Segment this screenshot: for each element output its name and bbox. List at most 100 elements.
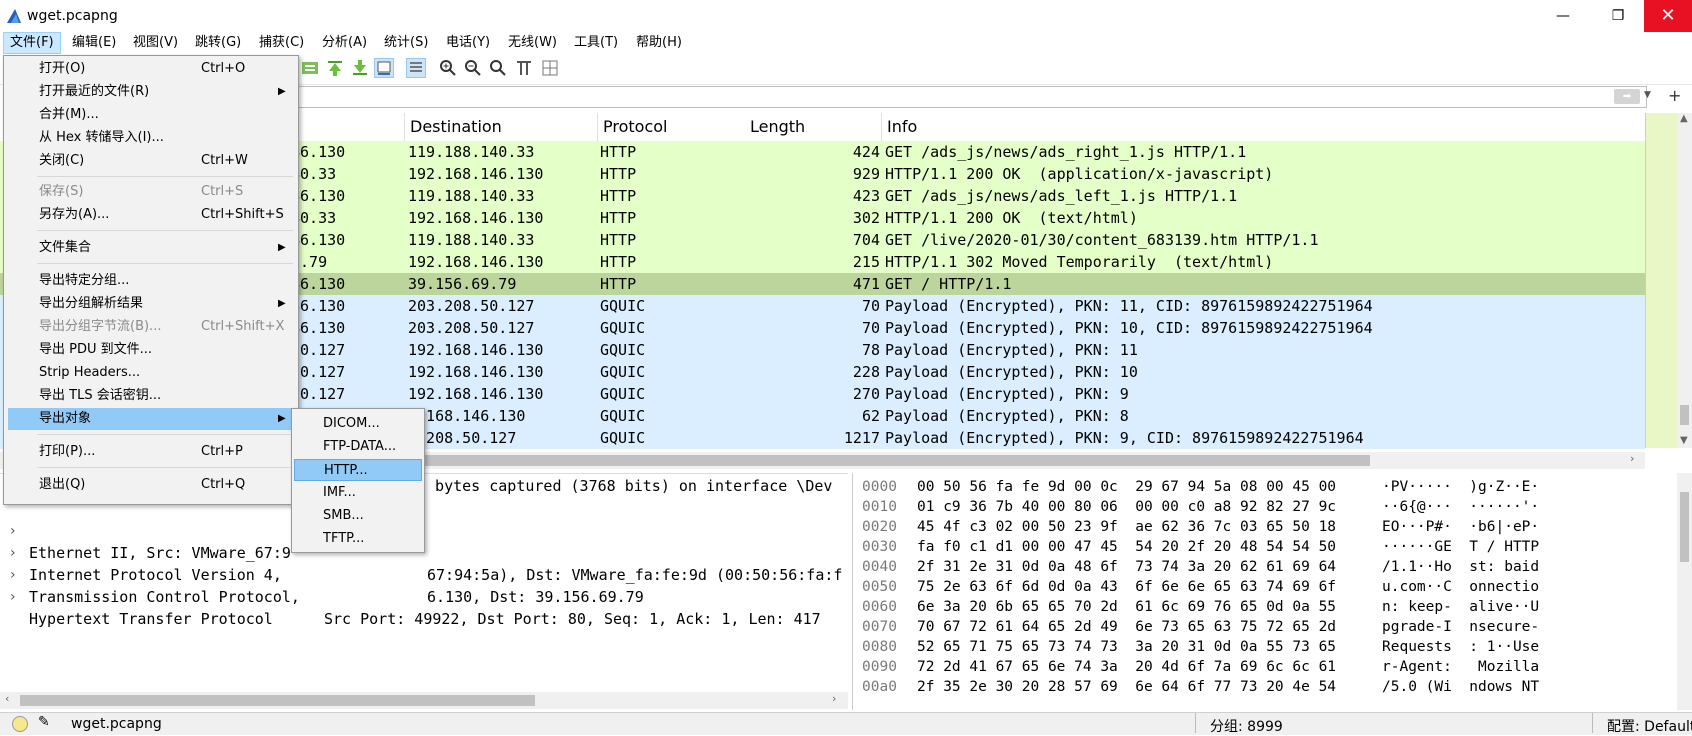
packet-minimap[interactable]: [1645, 113, 1678, 448]
menu-quit[interactable]: 退出(Q) Ctrl+Q: [8, 474, 294, 496]
hex-row[interactable]: 0040 2f 31 2e 31 0d 0a 48 6f 73 74 3a 20 …: [862, 557, 1662, 577]
menu-help[interactable]: 帮助(H): [630, 32, 688, 54]
packet-destination: 119.188.140.33: [408, 187, 535, 205]
menu-file[interactable]: 文件(F): [3, 32, 61, 54]
menu-analyze[interactable]: 分析(A): [316, 32, 373, 54]
packet-scroll-thumb[interactable]: [1680, 405, 1689, 425]
menu-print[interactable]: 打印(P)... Ctrl+P: [8, 441, 294, 463]
hex-row[interactable]: 0070 70 67 72 61 64 65 2d 49 6e 73 65 63 …: [862, 617, 1662, 637]
layout-icon[interactable]: [540, 58, 560, 78]
details-hscroll-thumb[interactable]: [20, 695, 535, 706]
hex-row[interactable]: 0020 45 4f c3 02 00 50 23 9f ae 62 36 7c …: [862, 517, 1662, 537]
hex-row[interactable]: 0080 52 65 71 75 65 73 74 73 3a 20 31 0d …: [862, 637, 1662, 657]
menu-separator: [37, 176, 293, 177]
restore-button[interactable]: ❐: [1595, 0, 1641, 32]
apply-filter-arrow-icon[interactable]: ➡: [1614, 89, 1640, 104]
menu-view[interactable]: 视图(V): [127, 32, 184, 54]
expand-chevron-icon[interactable]: ›: [10, 586, 20, 608]
expert-info-icon[interactable]: [12, 716, 28, 732]
menu-wireless[interactable]: 无线(W): [502, 32, 563, 54]
last-packet-icon[interactable]: [350, 58, 370, 78]
menu-file-set[interactable]: 文件集合 ▶: [8, 237, 294, 259]
menu-tools[interactable]: 工具(T): [568, 32, 624, 54]
zoom-in-icon[interactable]: [438, 58, 458, 78]
hex-row[interactable]: 0050 75 2e 63 6f 6d 0d 0a 43 6f 6e 6e 65 …: [862, 577, 1662, 597]
title-bar: [0, 0, 1692, 32]
menu-merge[interactable]: 合并(M)...: [8, 104, 294, 126]
hex-row[interactable]: 0000 00 50 56 fa fe 9d 00 0c 29 67 94 5a …: [862, 477, 1662, 497]
menu-open[interactable]: 打开(O) Ctrl+O: [8, 58, 294, 80]
hscroll-right-icon[interactable]: ›: [1630, 452, 1634, 465]
detail-http[interactable]: › Hypertext Transfer Protocol: [0, 564, 273, 628]
detail-ipv4[interactable]: › Internet Protocol Version 4, 6.130, Ds…: [0, 520, 644, 606]
resize-columns-icon[interactable]: [514, 58, 534, 78]
submenu-http[interactable]: HTTP...: [294, 459, 422, 481]
edit-comment-icon[interactable]: ✎: [38, 714, 50, 730]
autoscroll-icon[interactable]: [374, 58, 394, 78]
close-button[interactable]: ✕: [1644, 0, 1692, 32]
menu-go[interactable]: 跳转(G): [189, 32, 247, 54]
minimize-button[interactable]: —: [1540, 0, 1586, 32]
go-to-packet-icon[interactable]: [300, 58, 320, 78]
hex-ascii: Requests : 1··Use: [1382, 639, 1540, 655]
menu-telephony[interactable]: 电话(Y): [440, 32, 496, 54]
filter-dropdown-icon[interactable]: ▼: [1644, 90, 1651, 100]
hex-scroll-thumb[interactable]: [1680, 492, 1689, 562]
hex-row[interactable]: 0090 72 2d 41 67 65 6e 74 3a 20 4d 6f 7a …: [862, 657, 1662, 677]
hex-ascii: u.com··C onnectio: [1382, 579, 1540, 595]
status-profile[interactable]: 配置: Default: [1607, 716, 1692, 736]
menu-import-hex[interactable]: 从 Hex 转储导入(I)...: [8, 127, 294, 149]
submenu-ftp-data[interactable]: FTP-DATA...: [294, 436, 422, 458]
column-protocol[interactable]: Protocol: [597, 113, 745, 141]
hex-row[interactable]: 0010 01 c9 36 7b 40 00 80 06 00 00 c0 a8 …: [862, 497, 1662, 517]
submenu-smb[interactable]: SMB...: [294, 505, 422, 527]
hex-row[interactable]: 0060 6e 3a 20 6b 65 65 70 2d 61 6c 69 76 …: [862, 597, 1662, 617]
colorize-icon[interactable]: [406, 58, 426, 78]
details-scroll-right-icon[interactable]: ›: [832, 692, 836, 705]
packet-hscroll-thumb[interactable]: [280, 455, 1370, 466]
column-length[interactable]: Length: [745, 113, 882, 141]
display-filter-input[interactable]: [280, 86, 1647, 108]
column-info[interactable]: Info: [881, 113, 1645, 141]
packet-source: 46.130: [291, 319, 346, 337]
scroll-down-icon[interactable]: ▼: [1680, 435, 1688, 446]
menu-open-recent[interactable]: 打开最近的文件(R) ▶: [8, 81, 294, 103]
zoom-out-icon[interactable]: [463, 58, 483, 78]
menu-export-tls-keys[interactable]: 导出 TLS 会话密钥...: [8, 385, 294, 407]
submenu-dicom[interactable]: DICOM...: [294, 413, 422, 435]
menu-edit[interactable]: 编辑(E): [66, 32, 122, 54]
packet-destination: 192.168.146.130: [408, 165, 544, 183]
packet-length: 70: [861, 297, 880, 315]
detail-frame-line[interactable]: 1 bytes captured (3768 bits) on interfac…: [417, 475, 832, 497]
submenu-arrow-icon: ▶: [278, 242, 286, 253]
packet-length: 929: [852, 165, 880, 183]
packet-length: 70: [861, 319, 880, 337]
menu-close[interactable]: 关闭(C) Ctrl+W: [8, 150, 294, 172]
zoom-normal-icon[interactable]: [488, 58, 508, 78]
packet-info: HTTP/1.1 200 OK (text/html): [885, 209, 1138, 227]
packet-source: 46.130: [291, 297, 346, 315]
add-filter-button-icon[interactable]: +: [1668, 86, 1681, 105]
column-destination[interactable]: Destination: [404, 113, 598, 141]
export-objects-submenu: DICOM... FTP-DATA... HTTP... IMF... SMB.…: [291, 408, 425, 553]
hex-offset: 0030: [862, 539, 897, 555]
menu-export-objects[interactable]: 导出对象 ▶: [8, 408, 294, 430]
details-scroll-left-icon[interactable]: ‹: [5, 692, 9, 705]
menu-export-dissections[interactable]: 导出分组解析结果 ▶: [8, 293, 294, 315]
hex-ascii: EO···P#· ·b6|·eP·: [1382, 519, 1540, 535]
first-packet-icon[interactable]: [325, 58, 345, 78]
hex-offset: 00a0: [862, 679, 897, 695]
menu-capture[interactable]: 捕获(C): [253, 32, 310, 54]
detail-tcp[interactable]: › Transmission Control Protocol, Src Por…: [0, 542, 821, 628]
menu-save-as[interactable]: 另存为(A)... Ctrl+Shift+S: [8, 204, 294, 226]
scroll-up-icon[interactable]: ▲: [1680, 113, 1688, 124]
hex-row[interactable]: 0030 fa f0 c1 d1 00 00 47 45 54 20 2f 20 …: [862, 537, 1662, 557]
submenu-tftp[interactable]: TFTP...: [294, 528, 422, 550]
menu-export-pdu[interactable]: 导出 PDU 到文件...: [8, 339, 294, 361]
hex-row[interactable]: 00a0 2f 35 2e 30 20 28 57 69 6e 64 6f 77 …: [862, 677, 1662, 697]
submenu-imf[interactable]: IMF...: [294, 482, 422, 504]
menu-export-specified[interactable]: 导出特定分组...: [8, 270, 294, 292]
menu-strip-headers[interactable]: Strip Headers...: [8, 362, 294, 384]
menu-statistics[interactable]: 统计(S): [378, 32, 434, 54]
packet-list-scrollbar[interactable]: [1677, 113, 1692, 448]
